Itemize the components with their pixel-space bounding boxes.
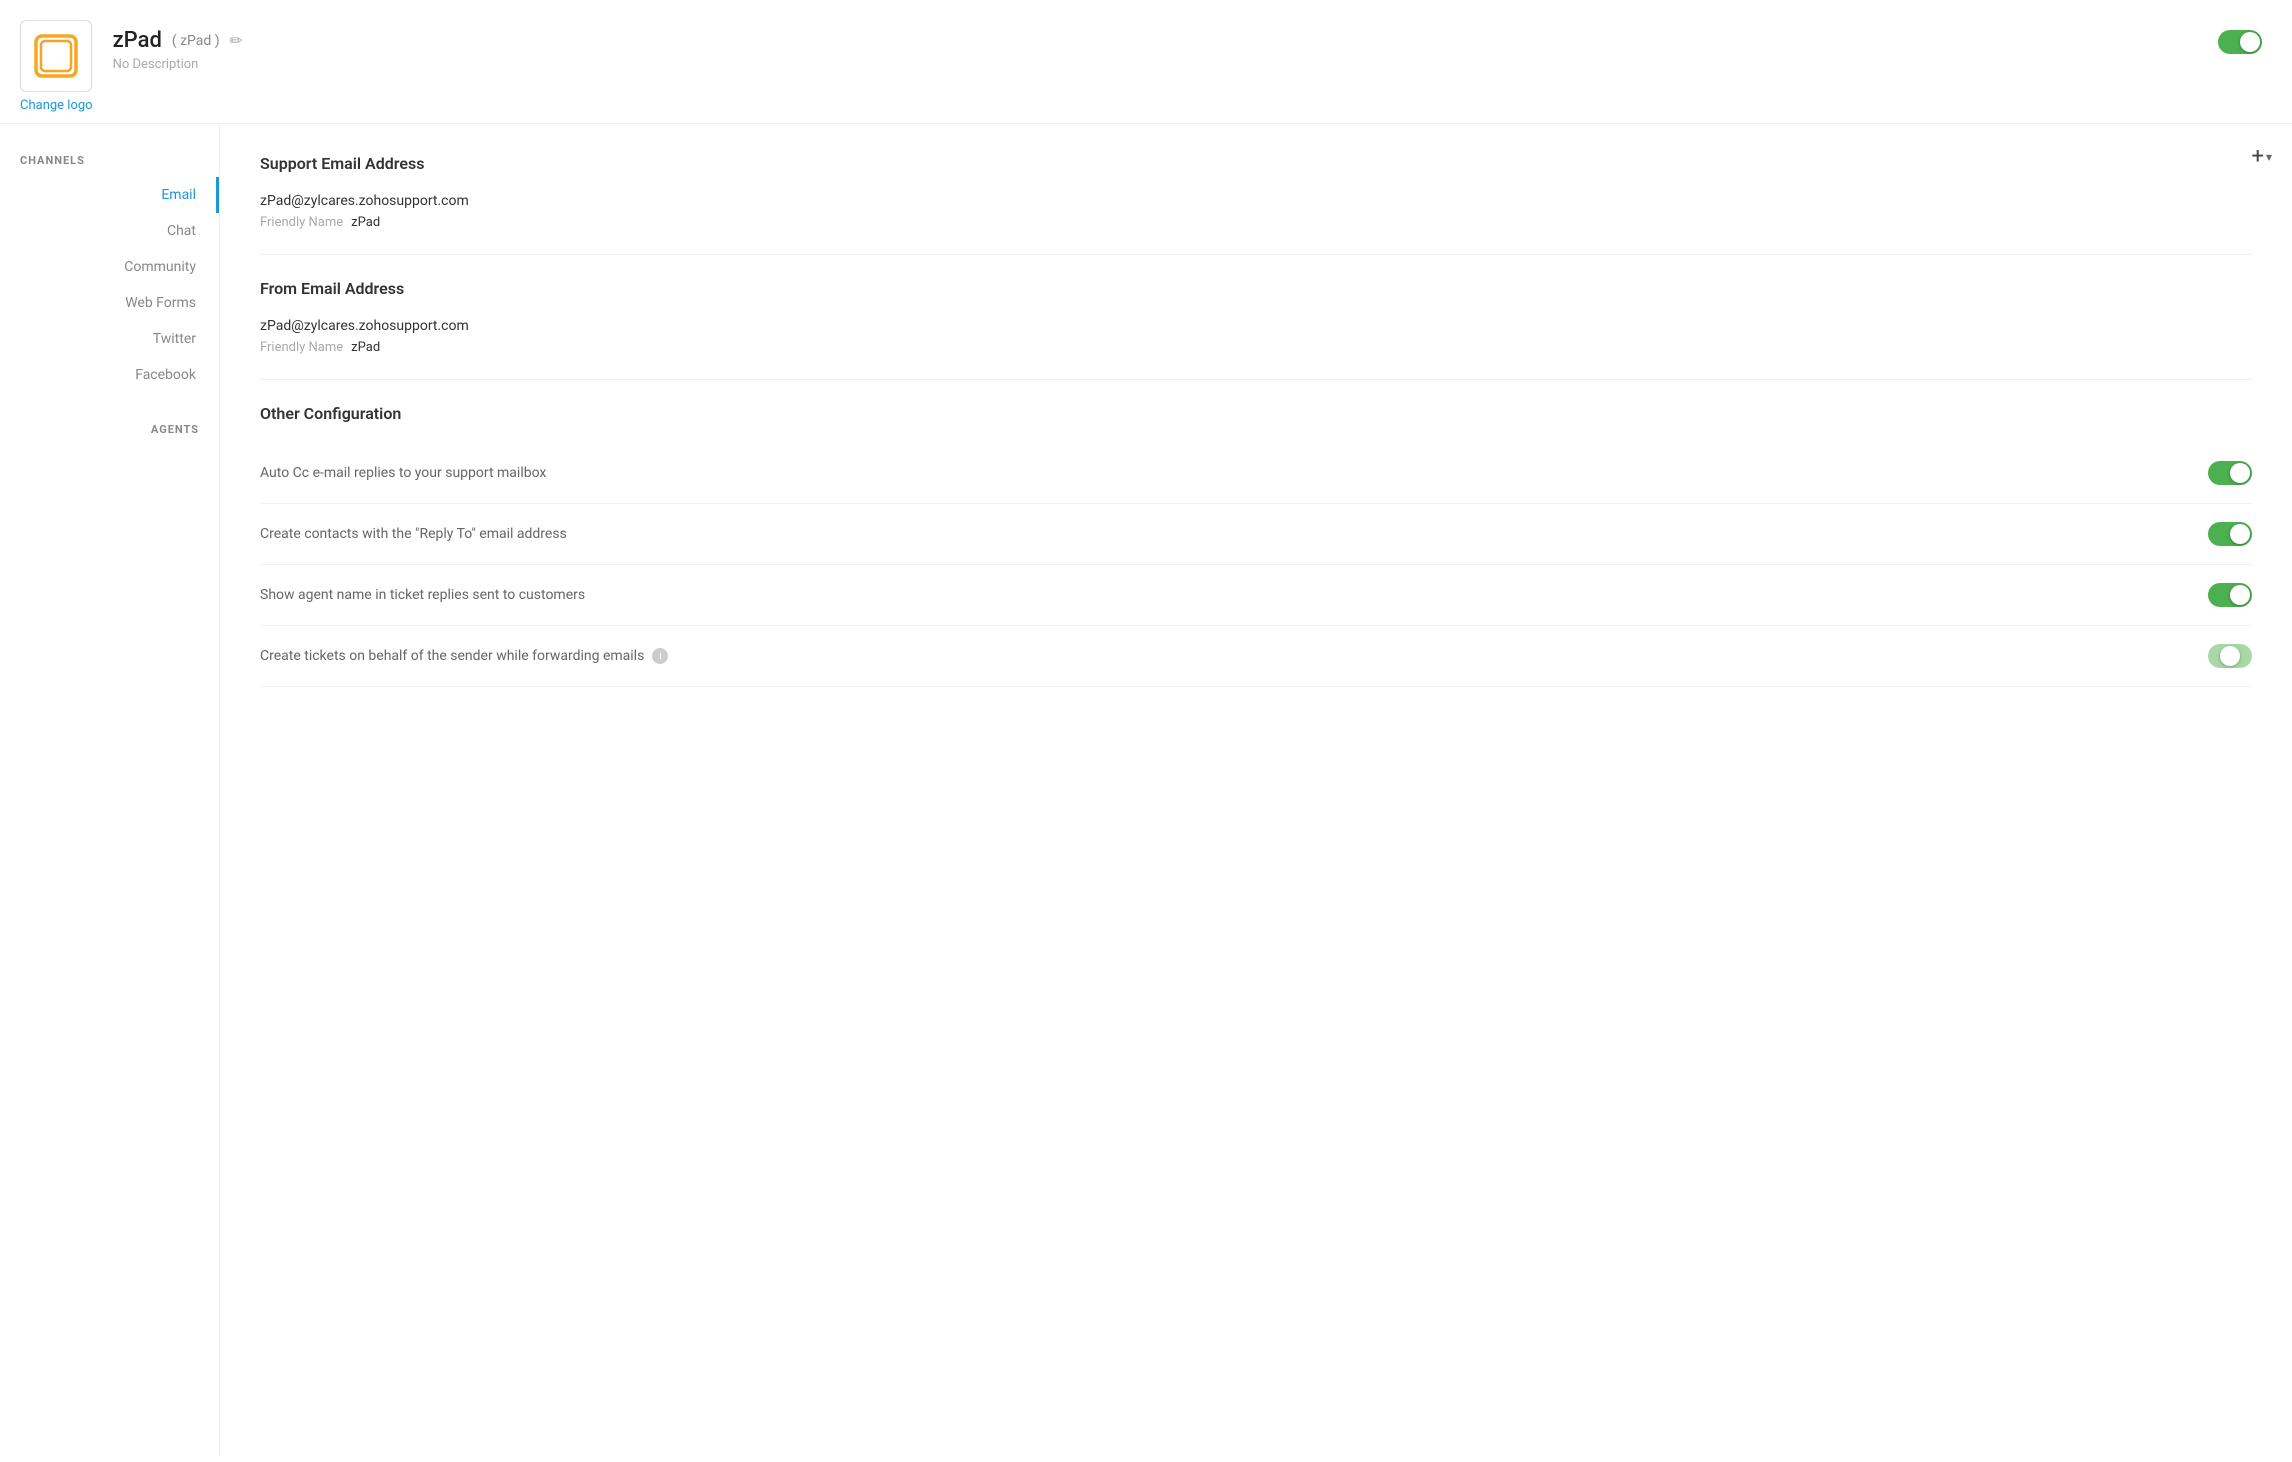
header-title-row: zPad ( zPad ) ✏ bbox=[113, 28, 243, 53]
header: Change logo zPad ( zPad ) ✏ No Descripti… bbox=[0, 0, 2292, 124]
sidebar-item-community[interactable]: Community bbox=[0, 249, 219, 285]
agents-section-title: AGENTS bbox=[0, 393, 219, 446]
support-email-value: zPad@zylcares.zohosupport.com bbox=[260, 193, 2252, 209]
toggle-reply-to[interactable] bbox=[2208, 522, 2252, 546]
config-row-forward-tickets: Create tickets on behalf of the sender w… bbox=[260, 626, 2252, 687]
from-email-friendly-row: Friendly Name zPad bbox=[260, 340, 2252, 355]
app-name: zPad bbox=[113, 28, 162, 53]
from-email-section-title: From Email Address bbox=[260, 279, 2252, 298]
plus-icon: + bbox=[2251, 144, 2263, 169]
config-row-auto-cc: Auto Cc e-mail replies to your support m… bbox=[260, 443, 2252, 504]
from-email-friendly-value: zPad bbox=[351, 340, 380, 355]
toggle-auto-cc[interactable] bbox=[2208, 461, 2252, 485]
config-label-reply-to: Create contacts with the "Reply To" emai… bbox=[260, 526, 567, 542]
sidebar-item-facebook[interactable]: Facebook bbox=[0, 357, 219, 393]
config-row-reply-to: Create contacts with the "Reply To" emai… bbox=[260, 504, 2252, 565]
config-label-agent-name: Show agent name in ticket replies sent t… bbox=[260, 587, 585, 603]
sidebar: CHANNELS Email Chat Community Web Forms … bbox=[0, 124, 220, 1456]
config-label-forward-tickets: Create tickets on behalf of the sender w… bbox=[260, 648, 668, 664]
divider-1 bbox=[260, 254, 2252, 255]
change-logo-link[interactable]: Change logo bbox=[20, 98, 93, 113]
content-area: + ▾ Support Email Address zPad@zylcares.… bbox=[220, 124, 2292, 1456]
support-email-friendly-label: Friendly Name bbox=[260, 215, 343, 230]
config-row-agent-name: Show agent name in ticket replies sent t… bbox=[260, 565, 2252, 626]
sidebar-item-web-forms[interactable]: Web Forms bbox=[0, 285, 219, 321]
channels-section-title: CHANNELS bbox=[0, 154, 219, 177]
divider-2 bbox=[260, 379, 2252, 380]
from-email-friendly-label: Friendly Name bbox=[260, 340, 343, 355]
add-button[interactable]: + ▾ bbox=[2251, 144, 2272, 169]
support-email-friendly-row: Friendly Name zPad bbox=[260, 215, 2252, 230]
app-logo bbox=[20, 20, 92, 92]
logo-area: Change logo bbox=[20, 20, 93, 113]
chevron-down-icon: ▾ bbox=[2266, 150, 2272, 164]
toggle-forward-tickets[interactable] bbox=[2208, 644, 2252, 668]
toggle-agent-name[interactable] bbox=[2208, 583, 2252, 607]
logo-svg bbox=[31, 31, 81, 81]
config-label-auto-cc: Auto Cc e-mail replies to your support m… bbox=[260, 465, 546, 481]
header-toggle-area bbox=[2218, 30, 2262, 58]
support-email-field: zPad@zylcares.zohosupport.com Friendly N… bbox=[260, 193, 2252, 230]
other-config-section-title: Other Configuration bbox=[260, 404, 2252, 423]
from-email-field: zPad@zylcares.zohosupport.com Friendly N… bbox=[260, 318, 2252, 355]
support-email-friendly-value: zPad bbox=[351, 215, 380, 230]
sidebar-item-email[interactable]: Email bbox=[0, 177, 219, 213]
header-info: zPad ( zPad ) ✏ No Description bbox=[113, 20, 243, 72]
sidebar-item-chat[interactable]: Chat bbox=[0, 213, 219, 249]
info-icon[interactable]: i bbox=[652, 648, 668, 664]
app-slug: ( zPad ) bbox=[172, 33, 220, 49]
edit-icon[interactable]: ✏ bbox=[230, 31, 243, 50]
app-description: No Description bbox=[113, 57, 243, 72]
main-layout: CHANNELS Email Chat Community Web Forms … bbox=[0, 124, 2292, 1456]
from-email-value: zPad@zylcares.zohosupport.com bbox=[260, 318, 2252, 334]
sidebar-item-twitter[interactable]: Twitter bbox=[0, 321, 219, 357]
support-email-section-title: Support Email Address bbox=[260, 154, 2252, 173]
main-toggle[interactable] bbox=[2218, 30, 2262, 54]
